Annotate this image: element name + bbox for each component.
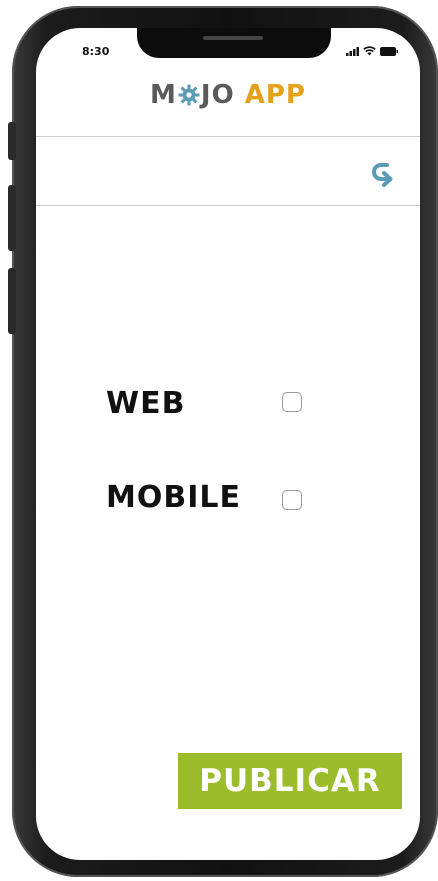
option-web-label: WEB <box>106 386 186 421</box>
gear-icon <box>178 83 200 113</box>
option-web-checkbox[interactable] <box>282 392 302 412</box>
status-time: 8:30 <box>82 45 110 58</box>
publish-button[interactable]: PUBLICAR <box>178 753 402 809</box>
speaker <box>203 36 263 40</box>
volume-down-button <box>8 268 16 334</box>
notch <box>137 28 331 58</box>
option-mobile-label: MOBILE <box>106 480 241 515</box>
logo-text-m: M <box>150 80 177 110</box>
wifi-icon <box>363 46 376 56</box>
logo-text-app: APP <box>244 80 306 110</box>
header-divider-bottom <box>36 205 420 206</box>
signal-icon <box>346 46 359 56</box>
battery-icon <box>380 46 398 56</box>
option-mobile-checkbox[interactable] <box>282 490 302 510</box>
back-arrow-icon <box>372 163 393 187</box>
screen: 8:30 M JO APP WEB MOBILE PUBLICAR <box>36 28 420 860</box>
mute-switch <box>8 122 16 160</box>
logo-text-jo: JO <box>200 80 235 110</box>
volume-up-button <box>8 185 16 251</box>
app-logo: M JO APP <box>36 80 420 113</box>
status-icons <box>346 46 398 56</box>
back-button[interactable] <box>368 160 398 190</box>
header-divider-top <box>36 136 420 137</box>
